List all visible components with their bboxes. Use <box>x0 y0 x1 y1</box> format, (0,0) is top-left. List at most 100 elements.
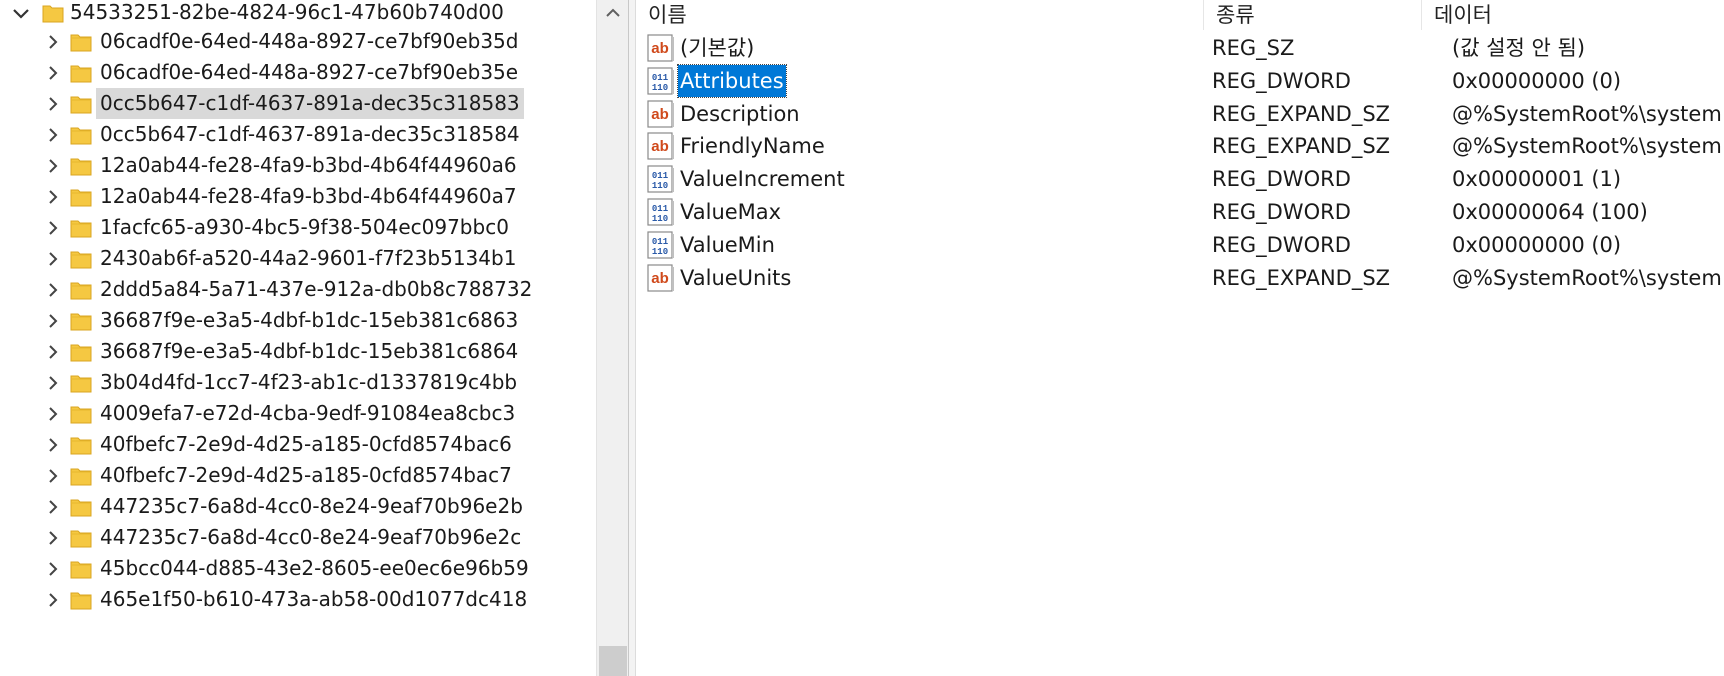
scrollbar-thumb[interactable] <box>599 646 627 676</box>
tree-item[interactable]: 447235c7-6a8d-4cc0-8e24-9eaf70b96e2c <box>0 522 594 553</box>
chevron-right-icon[interactable] <box>42 57 64 88</box>
value-name[interactable]: Attributes <box>677 63 787 98</box>
value-row[interactable]: ab FriendlyName REG_EXPAND_SZ @%SystemRoot%… <box>636 128 1724 164</box>
value-name[interactable]: FriendlyName <box>678 130 827 162</box>
chevron-right-icon[interactable] <box>42 429 64 460</box>
tree-item[interactable]: 447235c7-6a8d-4cc0-8e24-9eaf70b96e2b <box>0 491 594 522</box>
chevron-right-icon[interactable] <box>42 150 64 181</box>
folder-icon <box>70 528 92 548</box>
chevron-right-icon[interactable] <box>42 212 64 243</box>
registry-values-list[interactable]: 이름 종류 데이터 ab (기본값) REG_SZ (값 설정 안 됨) 011 110 A… <box>636 0 1724 676</box>
scroll-up-arrow-icon[interactable] <box>597 0 629 26</box>
tree-item-label[interactable]: 447235c7-6a8d-4cc0-8e24-9eaf70b96e2c <box>96 522 525 553</box>
svg-text:011: 011 <box>652 204 669 214</box>
value-data: 0x00000000 (0) <box>1452 232 1622 257</box>
chevron-right-icon[interactable] <box>42 274 64 305</box>
tree-item-label[interactable]: 36687f9e-e3a5-4dbf-b1dc-15eb381c6863 <box>96 305 522 336</box>
tree-item[interactable]: 06cadf0e-64ed-448a-8927-ce7bf90eb35e <box>0 57 594 88</box>
registry-key-tree[interactable]: 54533251-82be-4824-96c1-47b60b740d00 06c… <box>0 0 594 676</box>
value-name[interactable]: ValueUnits <box>678 262 793 294</box>
tree-item[interactable]: 2ddd5a84-5a71-437e-912a-db0b8c788732 <box>0 274 594 305</box>
column-header-name[interactable]: 이름 <box>636 0 1204 30</box>
tree-item[interactable]: 36687f9e-e3a5-4dbf-b1dc-15eb381c6864 <box>0 336 594 367</box>
chevron-right-icon[interactable] <box>42 398 64 429</box>
tree-root-item[interactable]: 54533251-82be-4824-96c1-47b60b740d00 <box>0 0 594 28</box>
tree-item[interactable]: 45bcc044-d885-43e2-8605-ee0ec6e96b59 <box>0 553 594 584</box>
svg-text:011: 011 <box>652 237 669 247</box>
tree-item[interactable]: 3b04d4fd-1cc7-4f23-ab1c-d1337819c4bb <box>0 367 594 398</box>
value-type: REG_EXPAND_SZ <box>1212 265 1391 290</box>
tree-item-label[interactable]: 3b04d4fd-1cc7-4f23-ab1c-d1337819c4bb <box>96 367 521 398</box>
tree-item[interactable]: 0cc5b647-c1df-4637-891a-dec35c318583 <box>0 88 594 119</box>
chevron-right-icon[interactable] <box>42 584 64 615</box>
value-row[interactable]: 011 110 ValueIncrement REG_DWORD 0x00000001 … <box>636 161 1724 197</box>
tree-item-label[interactable]: 36687f9e-e3a5-4dbf-b1dc-15eb381c6864 <box>96 336 522 367</box>
tree-root-label[interactable]: 54533251-82be-4824-96c1-47b60b740d00 <box>66 0 508 28</box>
chevron-right-icon[interactable] <box>42 119 64 150</box>
tree-item[interactable]: 2430ab6f-a520-44a2-9601-f7f23b5134b1 <box>0 243 594 274</box>
chevron-right-icon[interactable] <box>42 522 64 553</box>
chevron-right-icon[interactable] <box>42 88 64 119</box>
tree-item-label[interactable]: 4009efa7-e72d-4cba-9edf-91084ea8cbc3 <box>96 398 519 429</box>
value-type: REG_EXPAND_SZ <box>1212 101 1391 126</box>
value-row[interactable]: ab (기본값) REG_SZ (값 설정 안 됨) <box>636 30 1724 66</box>
chevron-right-icon[interactable] <box>42 367 64 398</box>
tree-item-label[interactable]: 12a0ab44-fe28-4fa9-b3bd-4b64f44960a6 <box>96 150 521 181</box>
chevron-right-icon[interactable] <box>42 181 64 212</box>
tree-item[interactable]: 0cc5b647-c1df-4637-891a-dec35c318584 <box>0 119 594 150</box>
tree-item-label[interactable]: 06cadf0e-64ed-448a-8927-ce7bf90eb35e <box>96 57 522 88</box>
chevron-right-icon[interactable] <box>42 553 64 584</box>
value-row[interactable]: 011 110 ValueMax REG_DWORD 0x00000064 (100) <box>636 194 1724 230</box>
value-data: (값 설정 안 됨) <box>1452 36 1586 60</box>
value-row[interactable]: 011 110 Attributes REG_DWORD 0x00000000 (0) <box>636 63 1724 99</box>
tree-item[interactable]: 40fbefc7-2e9d-4d25-a185-0cfd8574bac6 <box>0 429 594 460</box>
tree-item-label[interactable]: 2430ab6f-a520-44a2-9601-f7f23b5134b1 <box>96 243 520 274</box>
tree-item-label[interactable]: 465e1f50-b610-473a-ab58-00d1077dc418 <box>96 584 531 615</box>
tree-item[interactable]: 12a0ab44-fe28-4fa9-b3bd-4b64f44960a7 <box>0 181 594 212</box>
tree-item[interactable]: 1facfc65-a930-4bc5-9f38-504ec097bbc0 <box>0 212 594 243</box>
folder-icon <box>70 497 92 517</box>
value-name[interactable]: ValueMin <box>678 229 777 261</box>
value-data: 0x00000000 (0) <box>1452 68 1622 93</box>
chevron-down-icon[interactable] <box>10 0 32 28</box>
value-name[interactable]: Description <box>678 98 802 130</box>
value-name[interactable]: ValueIncrement <box>678 163 847 195</box>
value-row[interactable]: ab Description REG_EXPAND_SZ @%SystemRoot%\… <box>636 96 1724 132</box>
value-row[interactable]: ab ValueUnits REG_EXPAND_SZ @%SystemRoot%\s… <box>636 260 1724 296</box>
tree-item-label[interactable]: 40fbefc7-2e9d-4d25-a185-0cfd8574bac6 <box>96 429 516 460</box>
value-name[interactable]: (기본값) <box>678 32 756 64</box>
value-row[interactable]: 011 110 ValueMin REG_DWORD 0x00000000 (0) <box>636 227 1724 263</box>
column-header-data[interactable]: 데이터 <box>1422 0 1724 30</box>
tree-item-label[interactable]: 2ddd5a84-5a71-437e-912a-db0b8c788732 <box>96 274 536 305</box>
chevron-right-icon[interactable] <box>42 460 64 491</box>
tree-item-label[interactable]: 1facfc65-a930-4bc5-9f38-504ec097bbc0 <box>96 212 513 243</box>
tree-item[interactable]: 465e1f50-b610-473a-ab58-00d1077dc418 <box>0 584 594 615</box>
tree-item[interactable]: 06cadf0e-64ed-448a-8927-ce7bf90eb35d <box>0 26 594 57</box>
tree-item-label[interactable]: 45bcc044-d885-43e2-8605-ee0ec6e96b59 <box>96 553 533 584</box>
tree-item[interactable]: 12a0ab44-fe28-4fa9-b3bd-4b64f44960a6 <box>0 150 594 181</box>
chevron-right-icon[interactable] <box>42 336 64 367</box>
svg-text:110: 110 <box>652 181 668 191</box>
chevron-right-icon[interactable] <box>42 491 64 522</box>
string-value-icon: ab <box>646 99 676 129</box>
value-type: REG_SZ <box>1212 36 1295 60</box>
tree-item-label[interactable]: 0cc5b647-c1df-4637-891a-dec35c318584 <box>96 119 524 150</box>
chevron-right-icon[interactable] <box>42 243 64 274</box>
tree-item-label[interactable]: 0cc5b647-c1df-4637-891a-dec35c318583 <box>96 88 524 119</box>
tree-item-label[interactable]: 06cadf0e-64ed-448a-8927-ce7bf90eb35d <box>96 26 522 57</box>
tree-item[interactable]: 40fbefc7-2e9d-4d25-a185-0cfd8574bac7 <box>0 460 594 491</box>
tree-item-label[interactable]: 447235c7-6a8d-4cc0-8e24-9eaf70b96e2b <box>96 491 527 522</box>
pane-splitter[interactable] <box>628 0 636 676</box>
tree-item[interactable]: 4009efa7-e72d-4cba-9edf-91084ea8cbc3 <box>0 398 594 429</box>
tree-scrollbar[interactable] <box>596 0 629 676</box>
folder-icon <box>70 249 92 269</box>
tree-item-label[interactable]: 40fbefc7-2e9d-4d25-a185-0cfd8574bac7 <box>96 460 516 491</box>
chevron-right-icon[interactable] <box>42 305 64 336</box>
column-header-type[interactable]: 종류 <box>1204 0 1422 30</box>
string-value-icon: ab <box>646 33 676 63</box>
tree-item[interactable]: 36687f9e-e3a5-4dbf-b1dc-15eb381c6863 <box>0 305 594 336</box>
string-value-icon: ab <box>646 263 676 293</box>
value-name[interactable]: ValueMax <box>678 196 783 228</box>
tree-item-label[interactable]: 12a0ab44-fe28-4fa9-b3bd-4b64f44960a7 <box>96 181 521 212</box>
chevron-right-icon[interactable] <box>42 26 64 57</box>
